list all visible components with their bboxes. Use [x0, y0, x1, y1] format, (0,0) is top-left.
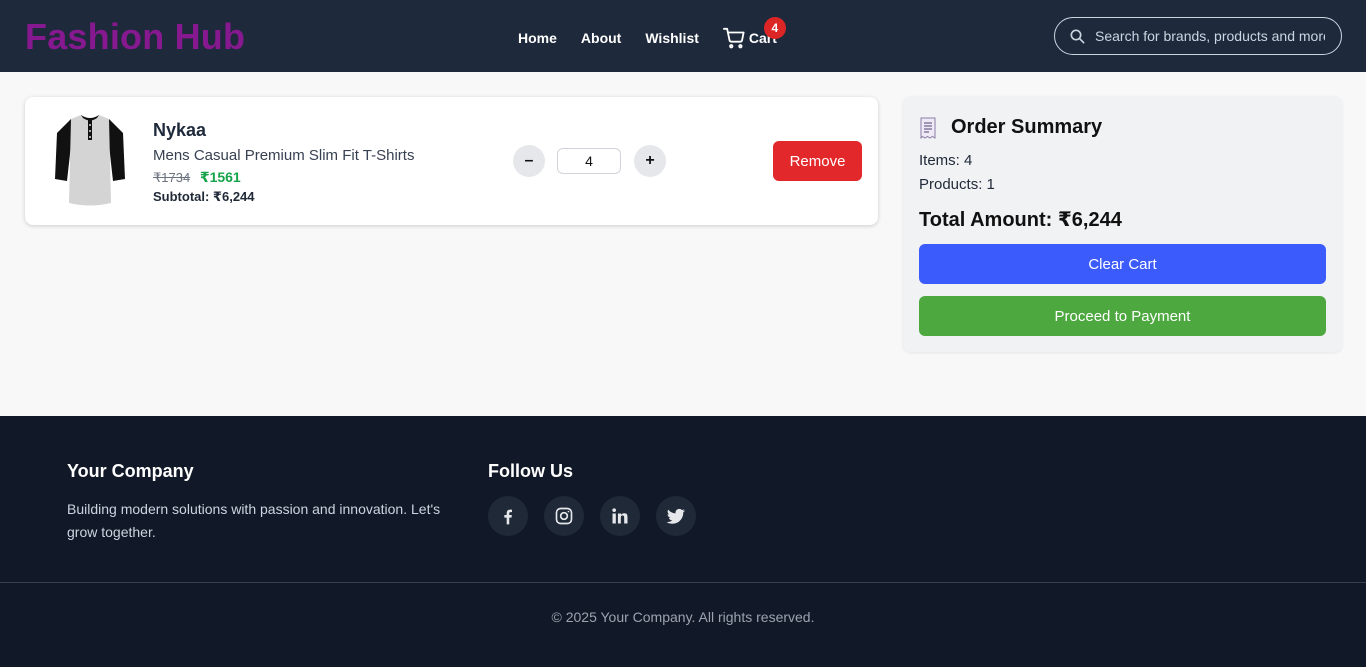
nav-about[interactable]: About	[581, 30, 621, 46]
item-subtotal: Subtotal: ₹6,244	[153, 189, 255, 204]
nav-home[interactable]: Home	[518, 30, 557, 46]
footer-follow-title: Follow Us	[488, 461, 573, 481]
instagram-link[interactable]	[544, 496, 584, 536]
original-price: ₹1734	[153, 170, 191, 185]
product-image[interactable]	[53, 111, 127, 209]
nav-cart[interactable]: Cart 4	[722, 17, 786, 49]
product-name: Mens Casual Premium Slim Fit T-Shirts	[153, 147, 415, 164]
instagram-icon	[555, 507, 573, 525]
discounted-price: ₹1561	[199, 169, 241, 185]
cart-item-card: Nykaa Mens Casual Premium Slim Fit T-Shi…	[25, 97, 878, 225]
decrease-quantity-button[interactable]: –	[513, 145, 545, 177]
order-summary-title: Order Summary	[951, 116, 1103, 138]
footer-company-description: Building modern solutions with passion a…	[67, 501, 441, 540]
twitter-icon	[666, 508, 686, 524]
product-prices: ₹1734 ₹1561	[153, 169, 241, 186]
main-nav: Home About Wishlist Cart 4	[518, 17, 786, 49]
increase-quantity-button[interactable]: +	[634, 145, 666, 177]
site-header: Fashion Hub Home About Wishlist Cart 4	[0, 0, 1366, 72]
order-summary-panel: Order Summary Items: 4 Products: 1 Total…	[903, 96, 1342, 352]
social-links	[488, 496, 712, 536]
search-icon	[1070, 29, 1085, 44]
cart-count-badge: 4	[763, 17, 786, 39]
summary-items-count: Items: 4	[919, 152, 973, 169]
search-input[interactable]	[1095, 28, 1325, 44]
twitter-link[interactable]	[656, 496, 696, 536]
order-summary-heading: Order Summary	[919, 116, 1102, 139]
remove-item-button[interactable]: Remove	[773, 141, 862, 181]
clear-cart-button[interactable]: Clear Cart	[919, 244, 1326, 284]
footer-copyright: © 2025 Your Company. All rights reserved…	[551, 609, 815, 625]
nav-wishlist[interactable]: Wishlist	[645, 30, 699, 46]
facebook-icon	[504, 509, 512, 525]
linkedin-link[interactable]	[600, 496, 640, 536]
product-brand: Nykaa	[153, 120, 207, 140]
receipt-icon	[920, 117, 936, 139]
facebook-link[interactable]	[488, 496, 528, 536]
summary-total-amount: Total Amount: ₹6,244	[919, 209, 1122, 231]
cart-icon	[722, 27, 745, 49]
footer-divider	[0, 582, 1366, 583]
site-logo[interactable]: Fashion Hub	[25, 16, 245, 58]
search-bar[interactable]	[1054, 17, 1342, 55]
summary-products-count: Products: 1	[919, 176, 995, 193]
site-footer: Your Company Building modern solutions w…	[0, 416, 1366, 667]
quantity-input[interactable]	[557, 148, 621, 174]
proceed-to-payment-button[interactable]: Proceed to Payment	[919, 296, 1326, 336]
linkedin-icon	[612, 508, 628, 524]
footer-company-title: Your Company	[67, 461, 194, 481]
